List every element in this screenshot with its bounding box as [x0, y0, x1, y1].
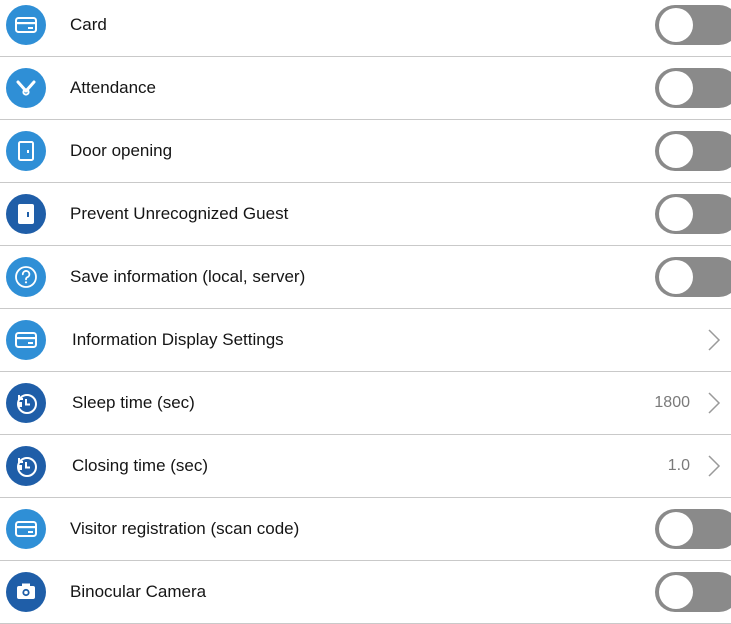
- setting-row-closing-time[interactable]: Closing time (sec) 1.0: [0, 435, 731, 498]
- attendance-toggle[interactable]: [655, 68, 731, 108]
- card-icon: [6, 509, 46, 549]
- setting-label: Visitor registration (scan code): [70, 519, 300, 538]
- setting-row-information-display[interactable]: Information Display Settings: [0, 309, 731, 372]
- setting-label: Prevent Unrecognized Guest: [70, 204, 289, 223]
- setting-row-save-information[interactable]: Save information (local, server): [0, 246, 731, 309]
- timer-icon: [6, 383, 46, 423]
- toggle-knob: [659, 260, 693, 294]
- setting-row-prevent-unrecognized-guest[interactable]: Prevent Unrecognized Guest: [0, 183, 731, 246]
- binocular-camera-toggle[interactable]: [655, 572, 731, 612]
- setting-row-attendance[interactable]: Attendance: [0, 57, 731, 120]
- prevent-unrecognized-guest-toggle[interactable]: [655, 194, 731, 234]
- setting-label: Closing time (sec): [72, 456, 209, 475]
- toggle-knob: [659, 512, 693, 546]
- question-icon: [6, 257, 46, 297]
- setting-label: Attendance: [70, 78, 157, 97]
- closing-time-value: 1.0: [667, 457, 690, 474]
- setting-row-sleep-time[interactable]: Sleep time (sec) 1800: [0, 372, 731, 435]
- setting-row-card[interactable]: Card: [0, 0, 731, 57]
- settings-list: Card Attendance Door opening Prevent Unr…: [0, 0, 731, 624]
- setting-label: Save information (local, server): [70, 267, 306, 286]
- chevron-right-icon[interactable]: [707, 328, 721, 352]
- setting-label: Binocular Camera: [70, 582, 207, 601]
- setting-row-visitor-registration[interactable]: Visitor registration (scan code): [0, 498, 731, 561]
- camera-icon: [6, 572, 46, 612]
- save-information-toggle[interactable]: [655, 257, 731, 297]
- setting-row-binocular-camera[interactable]: Binocular Camera: [0, 561, 731, 624]
- card-toggle[interactable]: [655, 5, 731, 45]
- toggle-knob: [659, 575, 693, 609]
- setting-label: Information Display Settings: [72, 330, 284, 349]
- timer-icon: [6, 446, 46, 486]
- toggle-knob: [659, 134, 693, 168]
- door-opening-toggle[interactable]: [655, 131, 731, 171]
- card-icon: [6, 320, 46, 360]
- sleep-time-value: 1800: [654, 394, 690, 411]
- setting-row-door-opening[interactable]: Door opening: [0, 120, 731, 183]
- setting-label: Sleep time (sec): [72, 393, 195, 412]
- setting-label: Card: [70, 15, 107, 34]
- toggle-knob: [659, 8, 693, 42]
- setting-label: Door opening: [70, 141, 173, 160]
- visitor-registration-toggle[interactable]: [655, 509, 731, 549]
- chevron-right-icon[interactable]: [707, 391, 721, 415]
- chevron-right-icon[interactable]: [707, 454, 721, 478]
- toggle-knob: [659, 197, 693, 231]
- door-icon: [6, 131, 46, 171]
- toggle-knob: [659, 71, 693, 105]
- card-icon: [6, 5, 46, 45]
- attendance-icon: [6, 68, 46, 108]
- door-lock-icon: [6, 194, 46, 234]
